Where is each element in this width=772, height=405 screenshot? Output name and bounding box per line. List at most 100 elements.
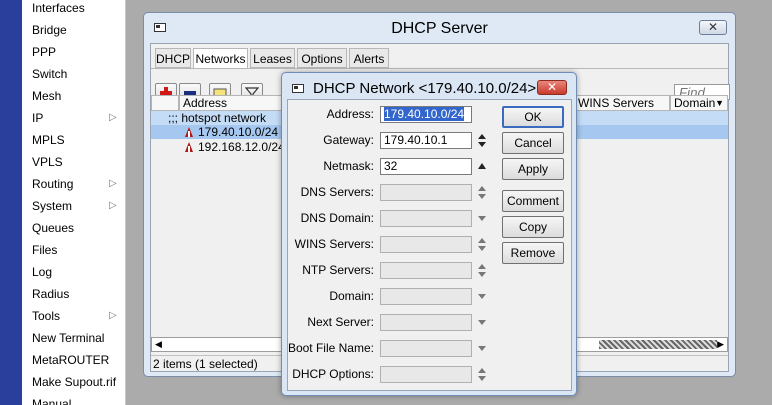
add-remove-arrows-icon[interactable]: [476, 132, 488, 149]
sidebar-item-files[interactable]: Files: [22, 242, 125, 264]
sidebar-item-routing[interactable]: Routing ▷: [22, 176, 125, 198]
ok-button[interactable]: OK: [502, 106, 564, 128]
sidebar-item-mesh[interactable]: Mesh: [22, 88, 125, 110]
gateway-field[interactable]: 179.40.10.1: [380, 132, 472, 149]
column-header-wins-servers[interactable]: WINS Servers: [574, 95, 670, 111]
sidebar-item-label: MetaROUTER: [32, 353, 110, 367]
sidebar-item-label: PPP: [32, 45, 57, 59]
sidebar-item-label: Interfaces: [32, 1, 85, 15]
next-server-label: Next Server:: [307, 315, 374, 329]
dropdown-arrow-icon[interactable]: [476, 210, 488, 227]
sidebar-item-label: Mesh: [32, 89, 62, 103]
sidebar-item-tools[interactable]: Tools ▷: [22, 308, 125, 330]
tab-networks[interactable]: Networks: [193, 48, 248, 69]
sidebar-item-radius[interactable]: Radius: [22, 286, 125, 308]
gateway-value: 179.40.10.1: [384, 133, 448, 147]
boot-file-name-label: Boot File Name:: [287, 341, 374, 355]
dhcp-options-label: DHCP Options:: [292, 367, 374, 381]
submenu-arrow-icon: ▷: [109, 200, 117, 211]
dns-domain-label: DNS Domain:: [300, 211, 374, 225]
tab-dhcp[interactable]: DHCP: [155, 48, 191, 68]
add-remove-arrows-icon[interactable]: [476, 236, 488, 253]
window-titlebar[interactable]: DHCP Server ✕: [144, 13, 735, 43]
dns-servers-label: DNS Servers:: [300, 185, 374, 199]
sidebar-item-bridge[interactable]: Bridge: [22, 22, 125, 44]
sidebar-item-system[interactable]: System ▷: [22, 198, 125, 220]
dialog-window-icon: [292, 84, 304, 93]
network-icon: [185, 127, 193, 137]
sidebar-item-label: Tools: [32, 309, 61, 323]
dns-servers-field[interactable]: [380, 184, 472, 201]
comment-button[interactable]: Comment: [502, 190, 564, 212]
sidebar-item-label: System: [32, 199, 73, 213]
sidebar-item-label: Radius: [32, 287, 70, 301]
column-header-domain-label: Domain: [674, 96, 716, 110]
sidebar-item-interfaces[interactable]: Interfaces: [22, 0, 125, 22]
column-header-domain[interactable]: Domain ▼: [670, 95, 728, 111]
table-row[interactable]: 192.168.12.0/24: [151, 140, 285, 154]
remove-button[interactable]: Remove: [502, 242, 564, 264]
dropdown-arrow-icon[interactable]: [476, 288, 488, 305]
ntp-servers-field[interactable]: [380, 262, 472, 279]
scroll-right-icon[interactable]: ▶: [717, 338, 724, 351]
add-remove-arrows-icon[interactable]: [476, 262, 488, 279]
left-edge-strip: [0, 0, 22, 405]
sidebar-item-make-supout-rif[interactable]: Make Supout.rif: [22, 374, 125, 396]
tab-options[interactable]: Options: [297, 48, 347, 68]
grid-header-blank: [151, 95, 179, 111]
sidebar-item-label: Make Supout.rif: [32, 375, 117, 389]
boot-file-name-field[interactable]: [380, 340, 472, 357]
sidebar-item-label: Routing: [32, 177, 74, 191]
dns-domain-field[interactable]: [380, 210, 472, 227]
scroll-left-icon[interactable]: ◀: [155, 338, 162, 351]
scroll-thumb[interactable]: [599, 340, 717, 349]
submenu-arrow-icon: ▷: [109, 310, 117, 321]
sidebar-item-label: MPLS: [32, 133, 65, 147]
sidebar-item-new-terminal[interactable]: New Terminal: [22, 330, 125, 352]
dropdown-arrow-icon[interactable]: [476, 314, 488, 331]
netmask-field[interactable]: 32: [380, 158, 472, 175]
sidebar-item-label: Bridge: [32, 23, 67, 37]
sidebar-item-switch[interactable]: Switch: [22, 66, 125, 88]
wins-servers-field[interactable]: [380, 236, 472, 253]
sidebar-item-mpls[interactable]: MPLS: [22, 132, 125, 154]
wins-servers-label: WINS Servers:: [294, 237, 374, 251]
sidebar-item-label: Log: [32, 265, 53, 279]
copy-button[interactable]: Copy: [502, 216, 564, 238]
address-field[interactable]: 179.40.10.0/24: [380, 106, 472, 123]
sidebar-item-label: VPLS: [32, 155, 63, 169]
status-text: 2 items (1 selected): [153, 357, 258, 371]
tab-divider: [151, 68, 728, 69]
sidebar-item-label: Manual: [32, 397, 72, 405]
up-arrow-icon[interactable]: [476, 158, 488, 175]
cancel-button[interactable]: Cancel: [502, 132, 564, 154]
domain-field[interactable]: [380, 288, 472, 305]
dhcp-options-field[interactable]: [380, 366, 472, 383]
sidebar-item-metarouter[interactable]: MetaROUTER: [22, 352, 125, 374]
domain-label: Domain:: [329, 289, 374, 303]
next-server-field[interactable]: [380, 314, 472, 331]
dropdown-arrow-icon[interactable]: [476, 340, 488, 357]
ntp-servers-label: NTP Servers:: [302, 263, 374, 277]
submenu-arrow-icon: ▷: [109, 112, 117, 123]
sidebar-item-ip[interactable]: IP ▷: [22, 110, 125, 132]
sidebar-item-vpls[interactable]: VPLS: [22, 154, 125, 176]
sidebar-item-queues[interactable]: Queues: [22, 220, 125, 242]
sidebar-item-manual[interactable]: Manual: [22, 396, 125, 405]
close-icon[interactable]: ✕: [699, 20, 727, 35]
tab-leases[interactable]: Leases: [250, 48, 295, 68]
add-remove-arrows-icon[interactable]: [476, 366, 488, 383]
window-title: DHCP Server: [391, 20, 488, 37]
sidebar-item-label: IP: [32, 111, 44, 125]
chevron-down-icon[interactable]: ▼: [715, 96, 724, 110]
add-remove-arrows-icon[interactable]: [476, 184, 488, 201]
sidebar-item-ppp[interactable]: PPP: [22, 44, 125, 66]
gateway-label: Gateway:: [323, 133, 374, 147]
close-icon[interactable]: ✕: [537, 80, 567, 95]
tab-alerts[interactable]: Alerts: [349, 48, 389, 68]
sidebar-item-log[interactable]: Log: [22, 264, 125, 286]
sidebar-item-label: New Terminal: [32, 331, 105, 345]
sidebar-item-label: Queues: [32, 221, 75, 235]
apply-button[interactable]: Apply: [502, 158, 564, 180]
netmask-value: 32: [384, 159, 398, 173]
